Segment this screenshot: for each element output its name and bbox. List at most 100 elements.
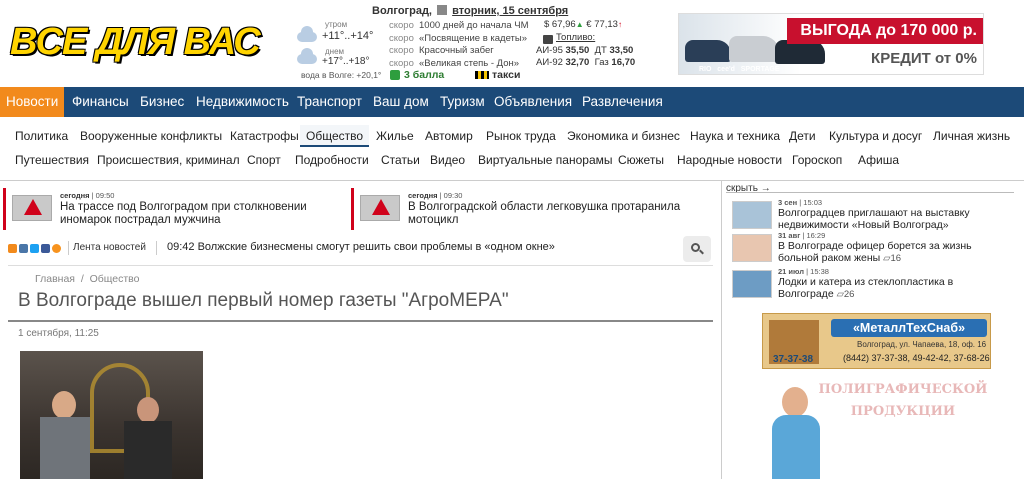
person-image [768, 379, 822, 479]
subnav-video[interactable]: Видео [430, 149, 465, 171]
news-thumbnail [732, 270, 772, 298]
rss-icon[interactable] [8, 244, 17, 253]
divider [8, 320, 713, 322]
nav-item-business[interactable]: Бизнес [134, 87, 190, 117]
ad-text: ПОЛИГРАФИЧЕСКОЙ ПРОДУКЦИИ [818, 382, 988, 419]
eur-rate[interactable]: € 77,13 [586, 19, 618, 30]
twitter-icon[interactable] [30, 244, 39, 253]
news-thumbnail [732, 201, 772, 229]
subnav-panoramas[interactable]: Виртуальные панорамы [478, 149, 613, 171]
subnav-travel[interactable]: Путешествия [15, 149, 89, 171]
nav-item-transport[interactable]: Транспорт [291, 87, 368, 117]
traffic-score[interactable]: 3 балла [404, 69, 444, 81]
article-title: В Волгограде вышел первый номер газеты "… [18, 290, 509, 311]
news-title[interactable]: В Волгограде офицер борется за жизнь бол… [778, 240, 1006, 265]
alert-meta: сегодня | 09:50 [60, 191, 115, 200]
subnav-horoscope[interactable]: Гороскоп [792, 149, 842, 171]
news-title[interactable]: Волгоградцев приглашают на выставку недв… [778, 207, 1006, 231]
sidebar-news-item[interactable]: 21 июл | 15:38 Лодки и катера из стеклоп… [732, 267, 1012, 303]
taxi-link[interactable]: такси [492, 69, 520, 81]
subnav-stories[interactable]: Сюжеты [618, 149, 664, 171]
subnav-culture[interactable]: Культура и досуг [829, 125, 922, 147]
site-logo[interactable]: ВСЕ ДЛЯ ВАС [10, 14, 276, 70]
volga-water-temp[interactable]: вода в Волге: +20,1° [301, 70, 381, 80]
subnav-jobs[interactable]: Рынок труда [486, 125, 556, 147]
weather-morning-temp[interactable]: +11°..+14° [322, 30, 373, 42]
search-button[interactable] [683, 236, 711, 262]
sidebar-news-item[interactable]: 31 авг | 16:29 В Волгограде офицер борет… [732, 231, 1012, 267]
subnav-sport[interactable]: Спорт [247, 149, 281, 171]
nav-item-finance[interactable]: Финансы [66, 87, 135, 117]
list-item[interactable]: скоро «Посвящение в кадеты» [389, 33, 529, 46]
subnav-conflicts[interactable]: Вооруженные конфликты [80, 125, 222, 147]
arrow-up-icon: ▲ [575, 20, 584, 29]
alert-news-card[interactable]: сегодня | 09:50 На трассе под Волгоградо… [3, 188, 345, 230]
subnav-people-news[interactable]: Народные новости [677, 149, 782, 171]
news-meta: 3 сен | 15:03 [778, 198, 823, 207]
fuel-row-2: АИ-92 32,70 Газ 16,70 [536, 57, 636, 68]
subnav-kids[interactable]: Дети [789, 125, 816, 147]
calendar-icon [437, 5, 448, 15]
metalltechsnab-ad-banner[interactable]: «МеталлТехСнаб» Волгоград, ул. Чапаева, … [762, 313, 991, 369]
date-link[interactable]: вторник, 15 сентября [452, 5, 568, 17]
fuel-title[interactable]: Топливо: [556, 31, 595, 45]
ticker-label[interactable]: Лента новостей [73, 242, 146, 253]
subnav-housing[interactable]: Жилье [376, 125, 414, 147]
list-item[interactable]: скоро Красочный забег [389, 45, 529, 58]
sidebar-news-item[interactable]: 3 сен | 15:03 Волгоградцев приглашают на… [732, 198, 1012, 234]
subnav-afisha[interactable]: Афиша [858, 149, 899, 171]
warning-icon [12, 195, 52, 221]
ticker-text[interactable]: 09:42 Волжские бизнесмены смогут решить … [167, 241, 555, 253]
breadcrumb-home[interactable]: Главная [35, 273, 75, 285]
promo-text: ВЫГОДА до 170 000 р. [787, 18, 983, 44]
subnav-society[interactable]: Общество [300, 125, 370, 147]
nav-item-entertainment[interactable]: Развлечения [576, 87, 669, 117]
nav-item-realty[interactable]: Недвижимость [190, 87, 295, 117]
vk-icon[interactable] [19, 244, 28, 253]
ad-phones: (8442) 37-37-38, 49-42-42, 37-68-26 [843, 353, 990, 363]
news-thumbnail [732, 234, 772, 262]
comment-count: 26 [843, 289, 855, 300]
usd-rate[interactable]: $ 67,96 [544, 19, 576, 30]
nav-item-ads[interactable]: Объявления [488, 87, 578, 117]
subnav-politics[interactable]: Политика [15, 125, 68, 147]
article-photo[interactable] [20, 351, 203, 479]
credit-text: КРЕДИТ от 0% [871, 50, 977, 67]
alert-title[interactable]: На трассе под Волгоградом при столкновен… [60, 201, 345, 227]
news-ticker: Лента новостей 09:42 Волжские бизнесмены… [8, 240, 713, 258]
subnav-details[interactable]: Подробности [295, 149, 369, 171]
news-title[interactable]: Лодки и катера из стеклопластика в Волго… [778, 276, 1006, 301]
weather-day-temp[interactable]: +17°..+18° [322, 56, 369, 67]
comment-count: 16 [890, 253, 902, 264]
subnav-articles[interactable]: Статьи [381, 149, 420, 171]
list-item[interactable]: скоро1000 дней до начала ЧМ-201 [389, 20, 529, 33]
date-bar: Волгоград, вторник, 15 сентября [372, 5, 568, 17]
upcoming-events-list: скоро1000 дней до начала ЧМ-201 скоро«По… [389, 20, 529, 70]
breadcrumb-section[interactable]: Общество [90, 273, 140, 285]
kia-ad-banner[interactable]: ВЫГОДА до 170 000 р. КРЕДИТ от 0% RIO ce… [678, 13, 984, 75]
currency-rates: $ 67,96▲ € 77,13↑ [544, 18, 622, 32]
arrow-up-icon: ↑ [617, 20, 622, 29]
breadcrumb: Главная / Общество [35, 273, 140, 285]
nav-item-news[interactable]: Новости [0, 87, 64, 117]
subnav-crime[interactable]: Происшествия, криминал [97, 149, 240, 171]
news-meta: 21 июл | 15:38 [778, 267, 829, 276]
subnav-science[interactable]: Наука и техника [690, 125, 780, 147]
fuel-price: 32,70 [565, 57, 590, 68]
fuel-icon [543, 35, 553, 44]
nav-item-tourism[interactable]: Туризм [434, 87, 491, 117]
fuel-price: 35,50 [565, 45, 590, 56]
polygraphy-ad-banner[interactable]: ПОЛИГРАФИЧЕСКОЙ ПРОДУКЦИИ [762, 373, 991, 479]
facebook-icon[interactable] [41, 244, 50, 253]
alert-title[interactable]: В Волгоградской области легковушка прота… [408, 201, 693, 227]
divider [0, 180, 1024, 181]
nav-item-home[interactable]: Ваш дом [367, 87, 435, 117]
subnav-personal[interactable]: Личная жизнь [933, 125, 1010, 147]
subnav-auto[interactable]: Автомир [425, 125, 473, 147]
subnav-disasters[interactable]: Катастрофы [230, 125, 299, 147]
alert-news-card[interactable]: сегодня | 09:30 В Волгоградской области … [351, 188, 701, 230]
comment-icon: ▱ [836, 289, 844, 300]
subnav-economy[interactable]: Экономика и бизнес [567, 125, 680, 147]
article-date: 1 сентября, 11:25 [18, 328, 99, 339]
odnoklassniki-icon[interactable] [52, 244, 61, 253]
